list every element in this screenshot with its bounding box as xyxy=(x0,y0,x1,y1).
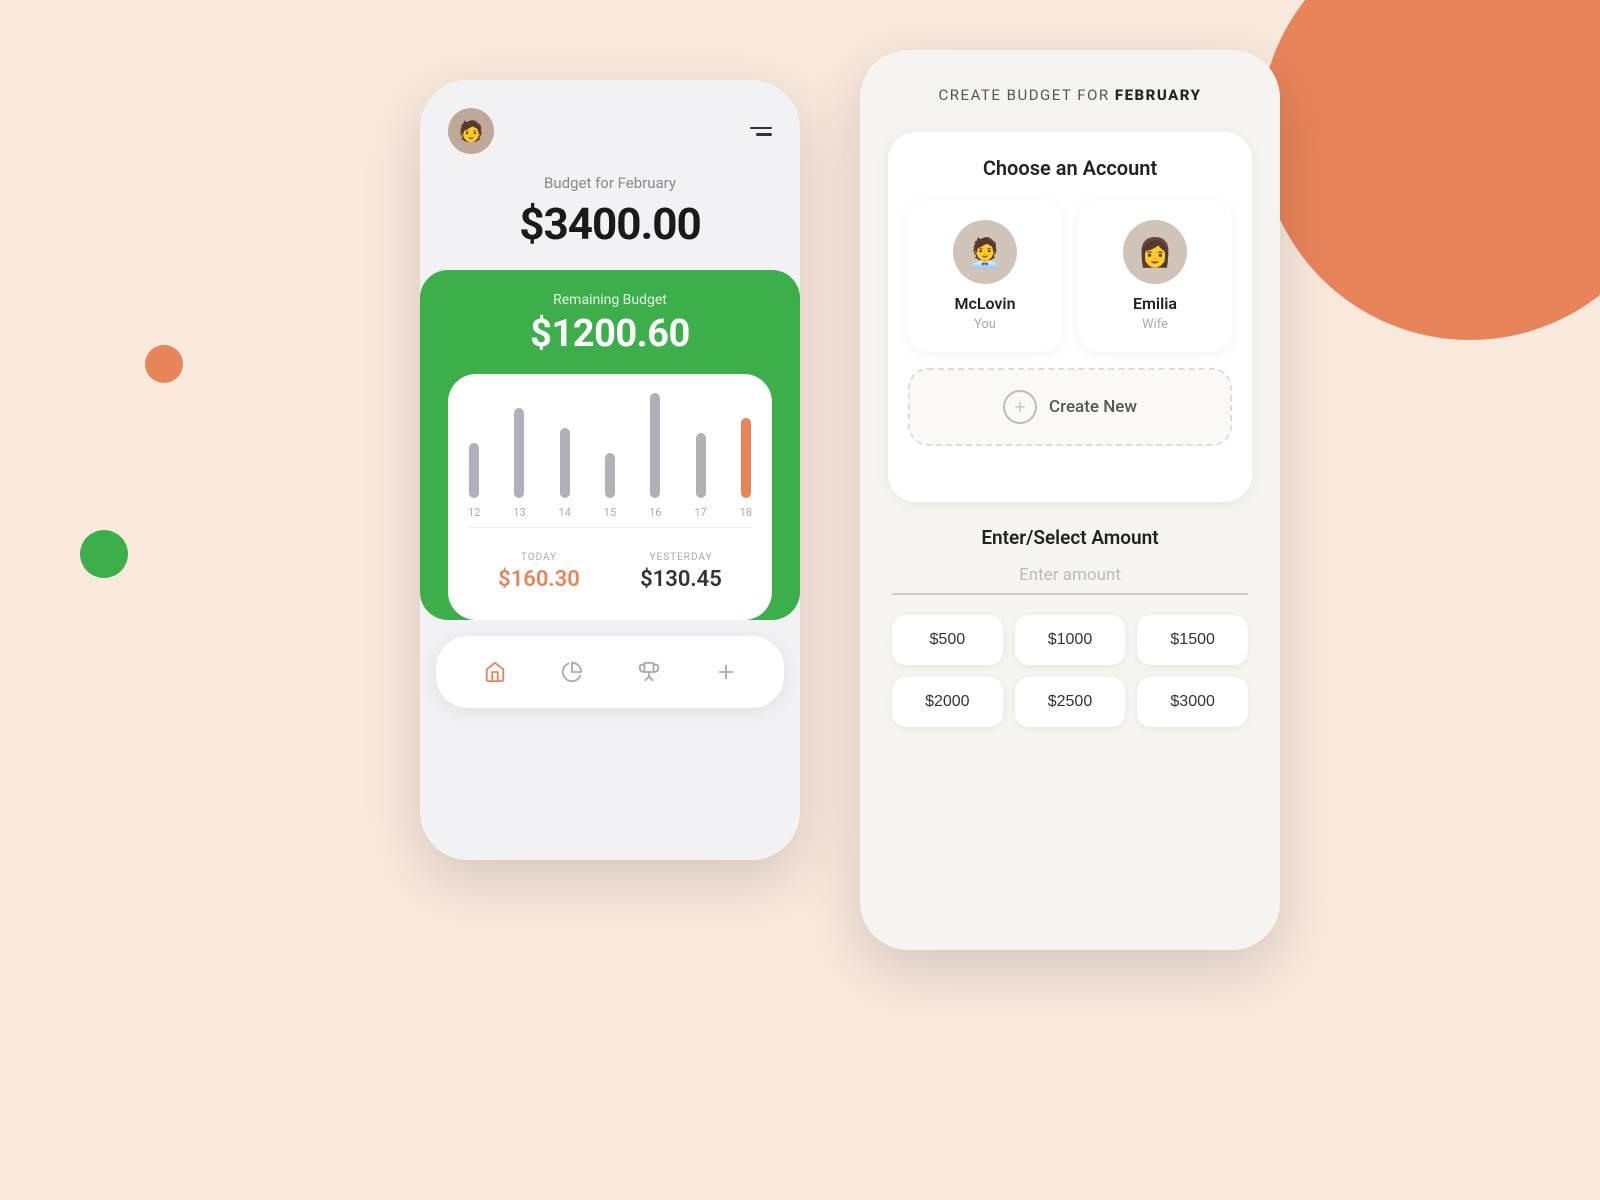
bar-item xyxy=(560,428,570,498)
preset-amount-button[interactable]: $2500 xyxy=(1015,677,1126,727)
bar-column: 17 xyxy=(694,433,706,519)
bg-decoration-circle-orange xyxy=(145,345,183,383)
create-budget-title: CREATE BUDGET FOR FEBRUARY xyxy=(888,86,1252,104)
bar-item xyxy=(469,443,479,498)
bar-item xyxy=(514,408,524,498)
bar-column: 16 xyxy=(649,393,661,519)
stats-row: TODAY $160.30 YESTERDAY $130.45 xyxy=(468,536,752,600)
bar-chart: 12 13 14 15 16 17 18 xyxy=(468,398,752,528)
green-remaining-card: Remaining Budget $1200.60 12 13 14 15 16 17 18… xyxy=(420,270,800,620)
preset-amount-button[interactable]: $1500 xyxy=(1137,615,1248,665)
bar-label: 12 xyxy=(468,506,480,519)
amount-input-wrapper[interactable]: Enter amount xyxy=(892,565,1248,595)
phones-wrapper: 🧑 Budget for February $3400.00 Remaining… xyxy=(180,50,1520,1150)
create-new-label: Create New xyxy=(1049,397,1137,417)
bar-label: 14 xyxy=(559,506,571,519)
today-value: $160.30 xyxy=(498,567,580,592)
bar-label: 17 xyxy=(694,506,706,519)
bottom-nav xyxy=(436,636,784,708)
nav-chart-icon[interactable] xyxy=(554,654,590,690)
nav-add-icon[interactable] xyxy=(708,654,744,690)
amount-presets: $500$1000$1500 $2000$2500$3000 xyxy=(892,615,1248,727)
choose-account-title: Choose an Account xyxy=(908,156,1232,180)
preset-amount-button[interactable]: $1000 xyxy=(1015,615,1126,665)
yesterday-value: $130.45 xyxy=(640,567,722,592)
create-new-button[interactable]: + Create New xyxy=(908,368,1232,446)
create-budget-title-bold: FEBRUARY xyxy=(1115,86,1202,104)
bg-decoration-circle-green xyxy=(80,530,128,578)
yesterday-stat: YESTERDAY $130.45 xyxy=(640,552,722,592)
main-card: Choose an Account 🧑‍💼 McLovin You 👩 Emil… xyxy=(888,132,1252,502)
mclovin-role: You xyxy=(974,317,996,332)
accounts-grid: 🧑‍💼 McLovin You 👩 Emilia Wife xyxy=(908,200,1232,352)
remaining-label: Remaining Budget xyxy=(448,292,772,308)
bar-column: 14 xyxy=(559,428,571,519)
emilia-name: Emilia xyxy=(1133,294,1177,313)
amount-section-title: Enter/Select Amount xyxy=(892,526,1248,549)
amount-input-placeholder: Enter amount xyxy=(1019,565,1121,585)
bar-column: 13 xyxy=(513,408,525,519)
bar-column: 18 xyxy=(740,418,752,519)
amount-section: Enter/Select Amount Enter amount $500$10… xyxy=(888,526,1252,727)
phone-right: CREATE BUDGET FOR FEBRUARY Choose an Acc… xyxy=(860,50,1280,950)
create-budget-title-normal: CREATE BUDGET FOR xyxy=(939,86,1115,104)
account-card-mclovin[interactable]: 🧑‍💼 McLovin You xyxy=(908,200,1062,352)
nav-trophy-icon[interactable] xyxy=(631,654,667,690)
remaining-amount: $1200.60 xyxy=(448,312,772,356)
mclovin-name: McLovin xyxy=(954,294,1015,313)
budget-amount: $3400.00 xyxy=(448,198,772,250)
menu-icon[interactable] xyxy=(750,127,772,136)
nav-home-icon[interactable] xyxy=(477,654,513,690)
bar-label: 13 xyxy=(513,506,525,519)
budget-label: Budget for February xyxy=(448,174,772,192)
today-stat: TODAY $160.30 xyxy=(498,552,580,592)
bar-item xyxy=(650,393,660,498)
today-label: TODAY xyxy=(498,552,580,563)
bar-label: 16 xyxy=(649,506,661,519)
bar-label: 15 xyxy=(604,506,616,519)
preset-amount-button[interactable]: $2000 xyxy=(892,677,1003,727)
emilia-role: Wife xyxy=(1142,317,1168,332)
bar-column: 15 xyxy=(604,453,616,519)
phone-left-header: 🧑 xyxy=(448,108,772,154)
emilia-avatar: 👩 xyxy=(1123,220,1187,284)
plus-circle-icon: + xyxy=(1003,390,1037,424)
bar-label: 18 xyxy=(740,506,752,519)
user-avatar[interactable]: 🧑 xyxy=(448,108,494,154)
bar-item xyxy=(741,418,751,498)
bar-item xyxy=(696,433,706,498)
preset-amount-button[interactable]: $3000 xyxy=(1137,677,1248,727)
yesterday-label: YESTERDAY xyxy=(640,552,722,563)
bar-column: 12 xyxy=(468,443,480,519)
preset-amount-button[interactable]: $500 xyxy=(892,615,1003,665)
mclovin-avatar: 🧑‍💼 xyxy=(953,220,1017,284)
phone-left: 🧑 Budget for February $3400.00 Remaining… xyxy=(420,80,800,860)
account-card-emilia[interactable]: 👩 Emilia Wife xyxy=(1078,200,1232,352)
chart-card: 12 13 14 15 16 17 18 TODAY $160.30 YESTERDAY $… xyxy=(448,374,772,620)
bar-item xyxy=(605,453,615,498)
